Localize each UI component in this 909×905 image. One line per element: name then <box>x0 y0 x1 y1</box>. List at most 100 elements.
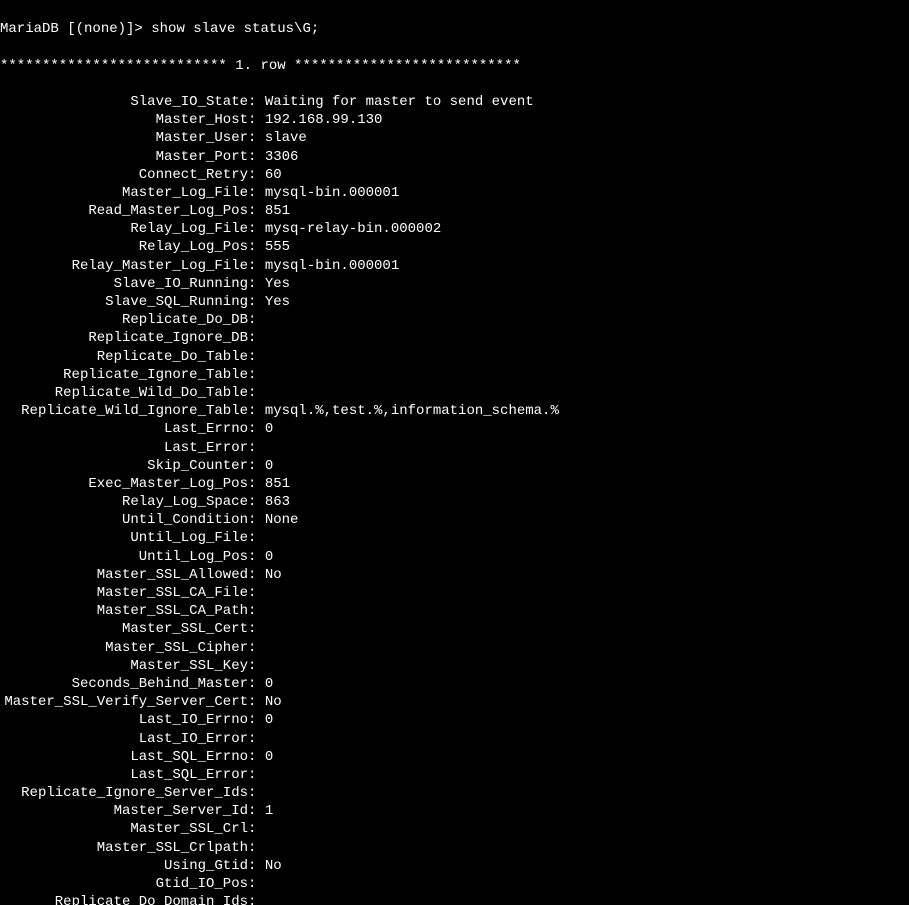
field-separator: : <box>248 620 265 638</box>
field-label: Replicate_Ignore_Table <box>0 366 248 384</box>
status-row: Slave_IO_Running: Yes <box>0 275 909 293</box>
field-separator: : <box>248 802 265 820</box>
status-row: Replicate_Ignore_DB: <box>0 329 909 347</box>
status-row: Master_Log_File: mysql-bin.000001 <box>0 184 909 202</box>
terminal-output[interactable]: MariaDB [(none)]> show slave status\G; *… <box>0 0 909 905</box>
field-separator: : <box>248 493 265 511</box>
field-label: Relay_Log_File <box>0 220 248 238</box>
status-row: Until_Log_File: <box>0 529 909 547</box>
field-separator: : <box>248 111 265 129</box>
field-separator: : <box>248 857 265 875</box>
field-separator: : <box>248 548 265 566</box>
status-row: Master_SSL_Crl: <box>0 820 909 838</box>
field-label: Master_User <box>0 129 248 147</box>
field-separator: : <box>248 293 265 311</box>
status-row: Last_SQL_Errno: 0 <box>0 748 909 766</box>
field-separator: : <box>248 184 265 202</box>
command: show slave status\G; <box>151 20 319 38</box>
field-label: Relay_Log_Space <box>0 493 248 511</box>
status-row: Replicate_Ignore_Table: <box>0 366 909 384</box>
prompt-line: MariaDB [(none)]> show slave status\G; <box>0 20 909 38</box>
field-separator: : <box>248 257 265 275</box>
field-label: Slave_SQL_Running <box>0 293 248 311</box>
field-separator: : <box>248 439 265 457</box>
field-label: Master_SSL_Cert <box>0 620 248 638</box>
field-label: Read_Master_Log_Pos <box>0 202 248 220</box>
field-value: No <box>265 857 282 875</box>
field-label: Skip_Counter <box>0 457 248 475</box>
field-label: Relay_Master_Log_File <box>0 257 248 275</box>
status-row: Replicate_Do_Table: <box>0 348 909 366</box>
field-label: Last_Errno <box>0 420 248 438</box>
field-separator: : <box>248 730 265 748</box>
field-label: Slave_IO_Running <box>0 275 248 293</box>
field-separator: : <box>248 275 265 293</box>
status-row: Master_SSL_Cipher: <box>0 639 909 657</box>
status-row: Master_SSL_Allowed: No <box>0 566 909 584</box>
field-separator: : <box>248 893 265 905</box>
field-label: Until_Log_Pos <box>0 548 248 566</box>
field-separator: : <box>248 748 265 766</box>
field-value: 1 <box>265 802 273 820</box>
field-value: slave <box>265 129 307 147</box>
field-value: 0 <box>265 711 273 729</box>
field-separator: : <box>248 566 265 584</box>
status-row: Relay_Log_Pos: 555 <box>0 238 909 256</box>
field-label: Master_SSL_Crl <box>0 820 248 838</box>
field-separator: : <box>248 238 265 256</box>
status-row: Relay_Log_File: mysq-relay-bin.000002 <box>0 220 909 238</box>
status-row: Skip_Counter: 0 <box>0 457 909 475</box>
field-value: 851 <box>265 202 290 220</box>
field-value: 0 <box>265 457 273 475</box>
status-row: Master_Port: 3306 <box>0 148 909 166</box>
field-label: Master_SSL_CA_File <box>0 584 248 602</box>
field-value: Yes <box>265 275 290 293</box>
status-row: Last_IO_Errno: 0 <box>0 711 909 729</box>
field-label: Master_Server_Id <box>0 802 248 820</box>
field-label: Replicate_Do_DB <box>0 311 248 329</box>
field-separator: : <box>248 311 265 329</box>
field-separator: : <box>248 366 265 384</box>
field-label: Master_Host <box>0 111 248 129</box>
status-row: Using_Gtid: No <box>0 857 909 875</box>
field-separator: : <box>248 784 265 802</box>
status-row: Last_IO_Error: <box>0 730 909 748</box>
status-row: Connect_Retry: 60 <box>0 166 909 184</box>
field-label: Last_Error <box>0 439 248 457</box>
field-label: Slave_IO_State <box>0 93 248 111</box>
status-row: Master_SSL_Crlpath: <box>0 839 909 857</box>
status-row: Master_SSL_Key: <box>0 657 909 675</box>
status-row: Until_Condition: None <box>0 511 909 529</box>
field-value: 0 <box>265 748 273 766</box>
field-separator: : <box>248 420 265 438</box>
status-row: Relay_Log_Space: 863 <box>0 493 909 511</box>
status-row: Master_SSL_Verify_Server_Cert: No <box>0 693 909 711</box>
field-separator: : <box>248 820 265 838</box>
field-separator: : <box>248 675 265 693</box>
field-separator: : <box>248 348 265 366</box>
field-value: 0 <box>265 675 273 693</box>
field-separator: : <box>248 93 265 111</box>
field-separator: : <box>248 766 265 784</box>
field-label: Replicate_Do_Domain_Ids <box>0 893 248 905</box>
field-value: No <box>265 566 282 584</box>
row-header: *************************** 1. row *****… <box>0 57 909 75</box>
field-separator: : <box>248 639 265 657</box>
field-label: Relay_Log_Pos <box>0 238 248 256</box>
status-row: Master_SSL_Cert: <box>0 620 909 638</box>
field-value: mysql.%,test.%,information_schema.% <box>265 402 559 420</box>
field-value: 863 <box>265 493 290 511</box>
field-label: Connect_Retry <box>0 166 248 184</box>
field-separator: : <box>248 202 265 220</box>
field-value: 0 <box>265 548 273 566</box>
status-row: Master_SSL_CA_File: <box>0 584 909 602</box>
status-row: Last_Error: <box>0 439 909 457</box>
field-value: No <box>265 693 282 711</box>
status-row: Last_SQL_Error: <box>0 766 909 784</box>
field-label: Replicate_Do_Table <box>0 348 248 366</box>
field-label: Master_SSL_CA_Path <box>0 602 248 620</box>
field-separator: : <box>248 584 265 602</box>
field-separator: : <box>248 711 265 729</box>
field-separator: : <box>248 693 265 711</box>
field-value: 3306 <box>265 148 299 166</box>
